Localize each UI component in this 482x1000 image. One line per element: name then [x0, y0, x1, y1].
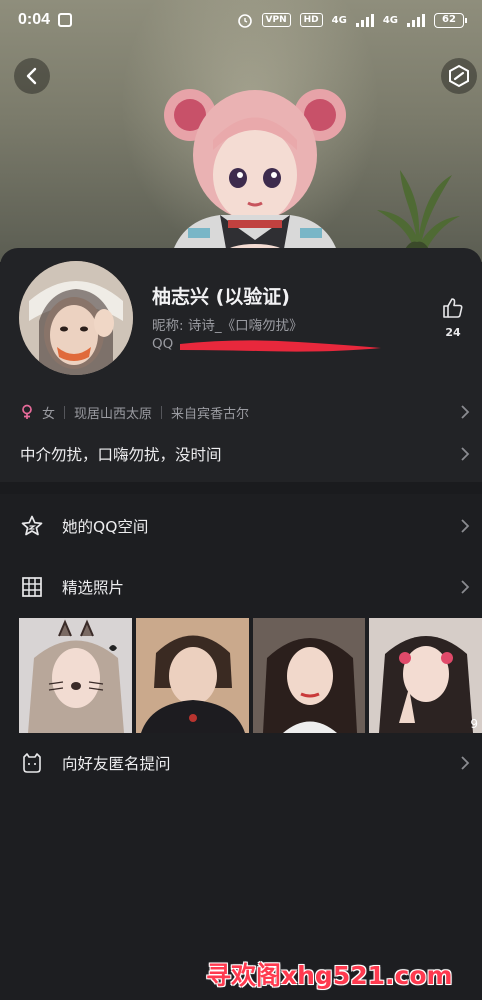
chevron-right-icon	[461, 405, 470, 419]
vpn-indicator: VPN	[261, 13, 291, 27]
photo-strip: 9	[19, 618, 482, 733]
like-button[interactable]: 24	[436, 296, 470, 339]
content-section	[0, 494, 482, 1000]
alarm-icon	[237, 14, 252, 28]
qq-number-label: QQ	[152, 336, 174, 352]
hometown-label: 来自宾香古尔	[171, 406, 250, 422]
profile-name: 柚志兴 (以验证)	[152, 286, 290, 308]
grid-icon	[18, 573, 46, 601]
photo-thumbnail[interactable]	[252, 618, 366, 733]
anonymous-question-label: 向好友匿名提问	[62, 755, 171, 773]
signature-row[interactable]: 中介勿扰，口嗨勿扰，没时间	[20, 443, 470, 465]
female-icon	[22, 404, 32, 419]
redaction-mark	[180, 340, 381, 352]
photo-thumbnail[interactable]	[19, 618, 132, 733]
divider	[64, 405, 66, 419]
qq-zone-label: 她的QQ空间	[62, 518, 149, 536]
featured-photos-label: 精选照片	[62, 579, 125, 597]
avatar[interactable]	[19, 261, 133, 375]
signal-icon	[355, 13, 374, 27]
signal-icon-2	[407, 13, 425, 27]
avatar-photo	[19, 261, 133, 375]
back-arrow-icon	[26, 67, 37, 85]
basic-info-row[interactable]: 女 现居山西太原 来自宾香古尔	[20, 402, 470, 422]
theme-button[interactable]	[441, 58, 477, 94]
chevron-right-icon	[461, 447, 470, 461]
back-button[interactable]	[14, 58, 50, 94]
network-type-1: 4G	[331, 14, 347, 26]
plant-decoration	[377, 170, 460, 260]
status-time: 0:04	[18, 11, 51, 28]
hd-indicator: HD	[299, 13, 323, 27]
chevron-right-icon	[461, 756, 470, 770]
location-label: 现居山西太原	[74, 406, 153, 422]
section-divider	[0, 482, 482, 494]
status-icons: VPN HD 4G 4G 62	[237, 12, 467, 28]
app-notification-icon	[58, 13, 73, 27]
star-icon	[18, 512, 46, 540]
thumbs-up-icon	[443, 298, 463, 318]
anonymous-question-row[interactable]: 向好友匿名提问	[18, 748, 470, 778]
more-photos-count: 9	[470, 717, 478, 731]
photo-thumbnail[interactable]	[135, 618, 249, 733]
chevron-right-icon	[461, 580, 470, 594]
chevron-right-icon	[461, 519, 470, 533]
photo-thumbnail[interactable]: 9	[369, 618, 482, 733]
like-count: 24	[445, 326, 461, 339]
signature-text: 中介勿扰，口嗨勿扰，没时间	[20, 446, 222, 464]
qq-zone-row[interactable]: 她的QQ空间	[18, 511, 470, 541]
battery-icon: 62	[434, 12, 467, 28]
cover-3d-avatar	[164, 89, 346, 260]
site-watermark: 寻欢阁xhg521.com	[206, 961, 453, 990]
profile-nickname: 昵称: 诗诗_《口嗨勿扰》	[152, 318, 303, 334]
featured-photos-row[interactable]: 精选照片	[18, 572, 470, 602]
divider	[161, 405, 163, 419]
gender-label: 女	[42, 406, 56, 422]
status-bar: 0:04 VPN HD 4G 4G 62	[0, 0, 482, 40]
hexagon-icon	[449, 64, 469, 88]
mask-icon	[18, 749, 46, 777]
network-type-2: 4G	[382, 14, 398, 26]
